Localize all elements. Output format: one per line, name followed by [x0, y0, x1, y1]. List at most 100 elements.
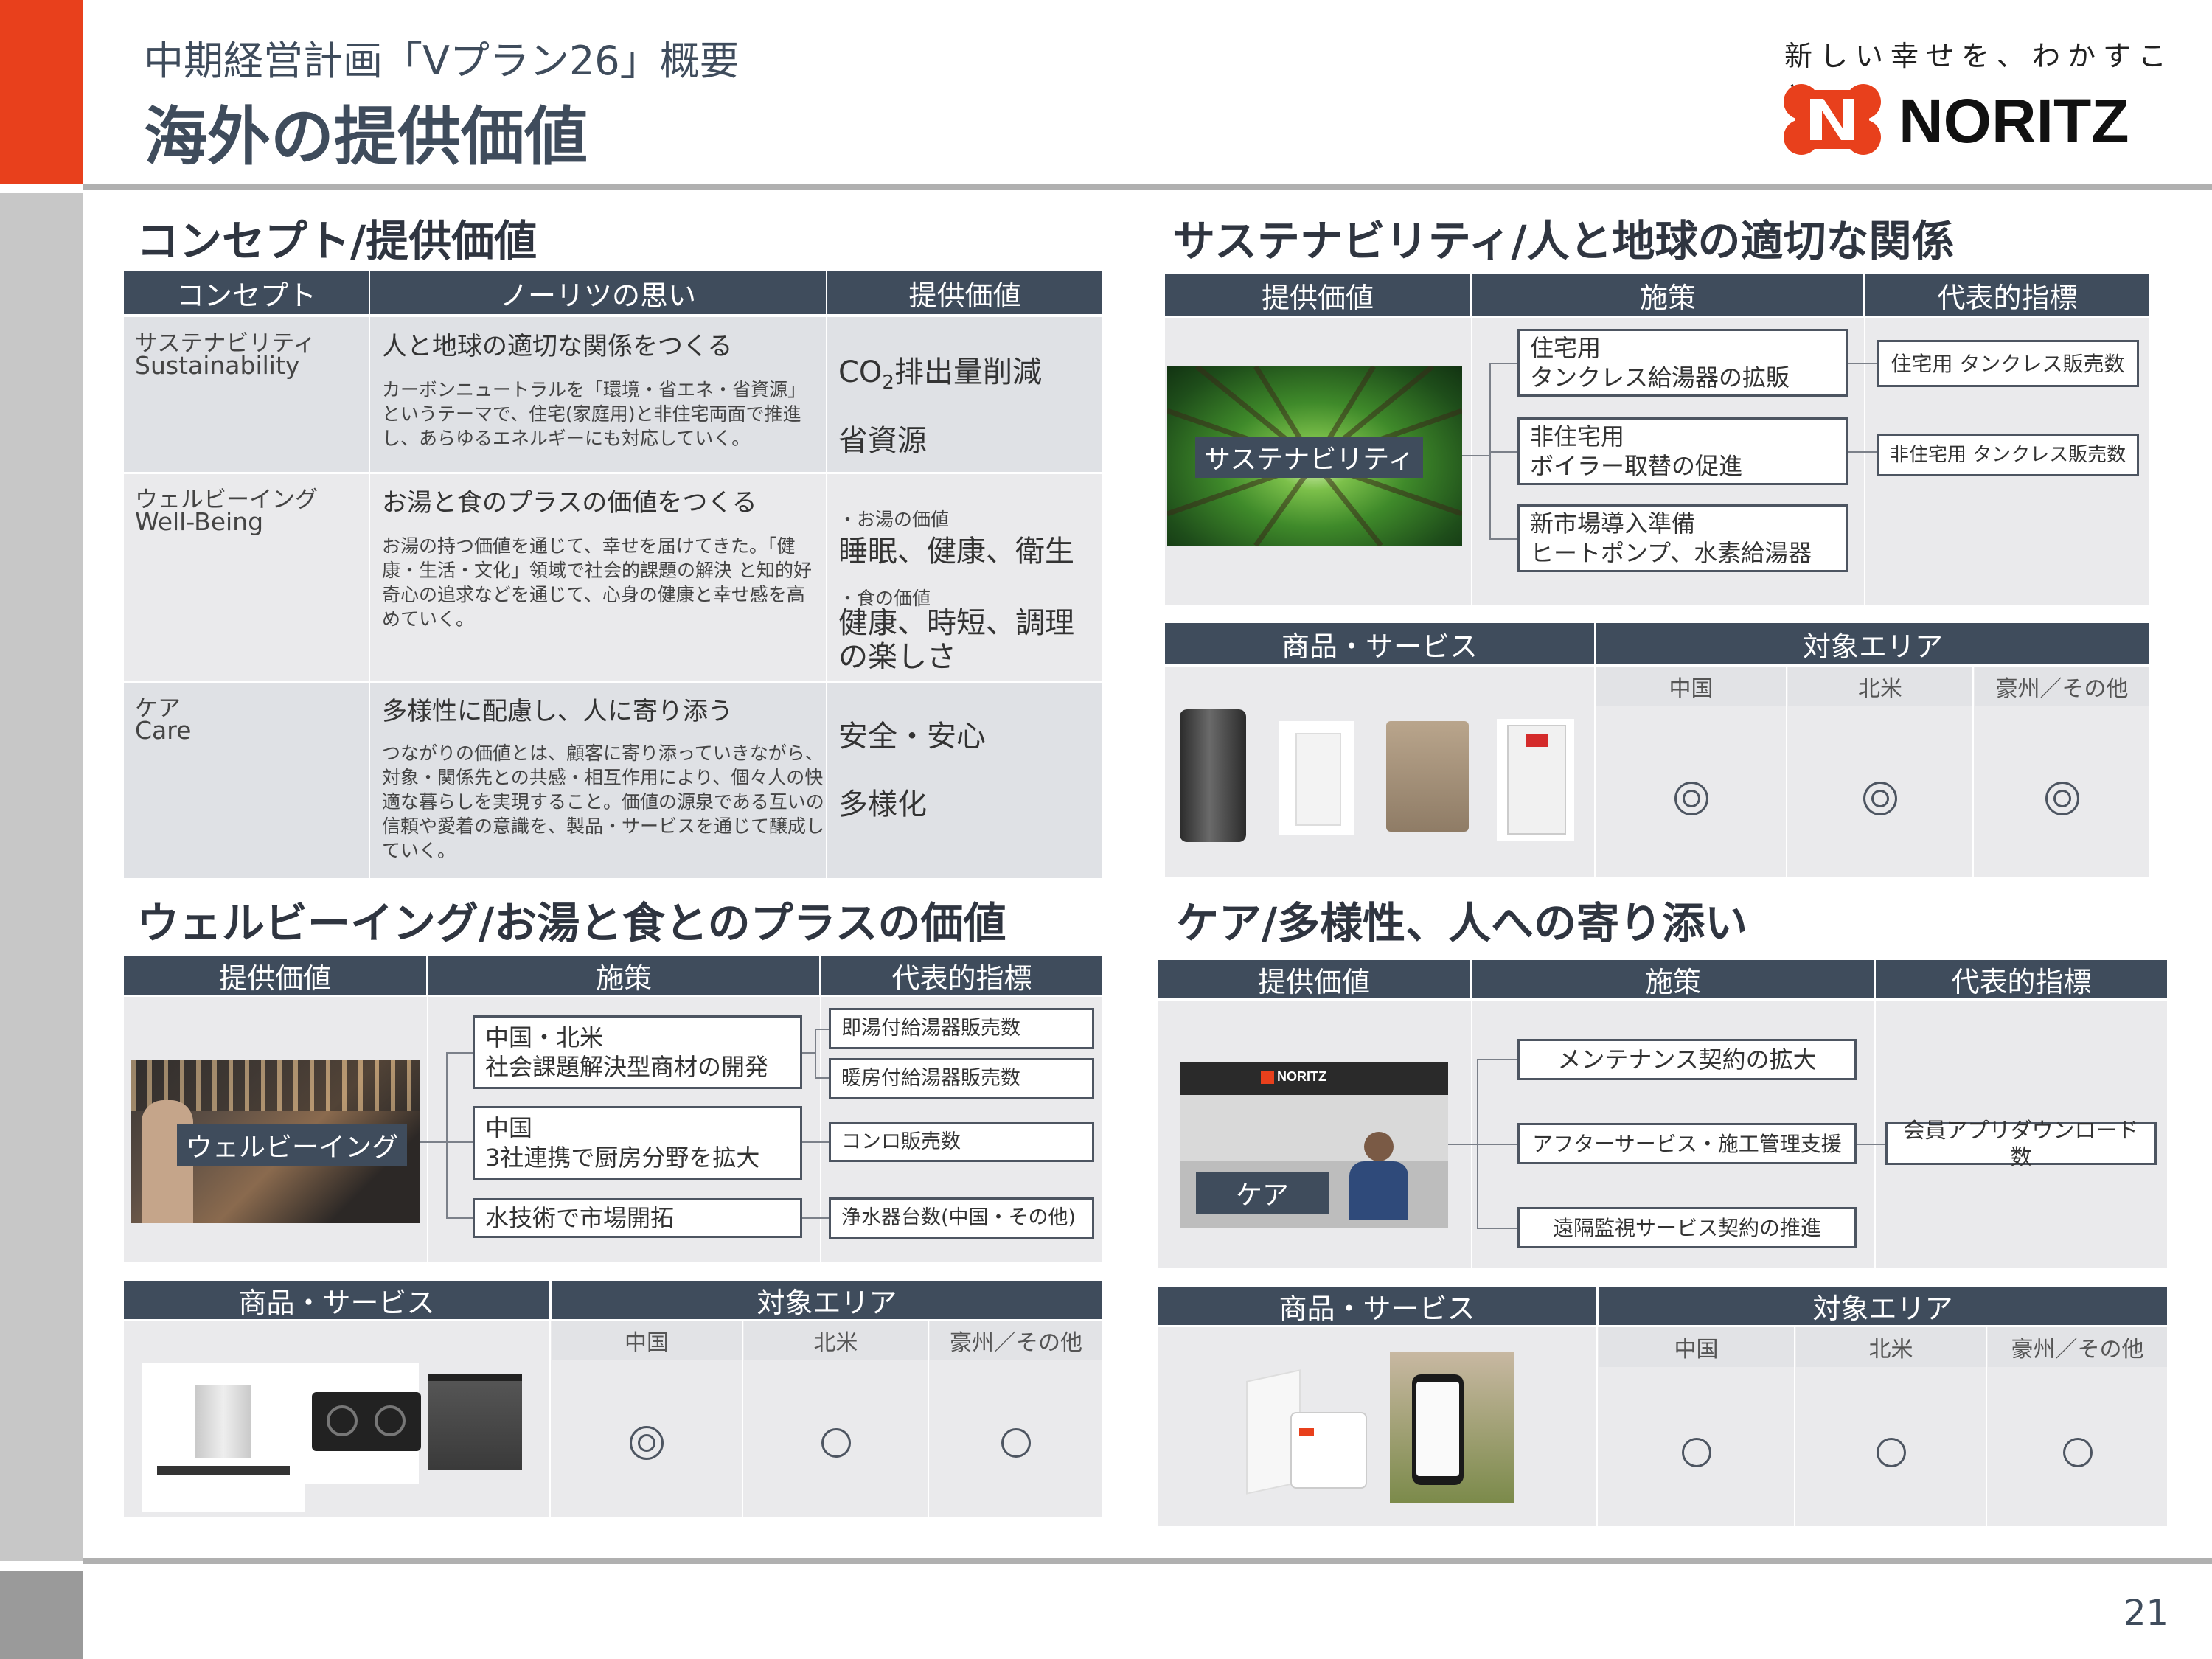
wellbeing-kpi-box: 暖房付給湯器販売数 — [829, 1058, 1094, 1099]
sustain-measure-box: 非住宅用 ボイラー取替の促進 — [1517, 417, 1848, 485]
area-sep — [1986, 1327, 1987, 1526]
area-sep — [1972, 667, 1974, 877]
page-number: 21 — [2124, 1593, 2169, 1634]
wellbeing-col-kpi: 代表的指標 — [821, 956, 1102, 995]
sustain-sep-1 — [1471, 318, 1472, 605]
connector — [420, 1141, 447, 1143]
forest-image: サステナビリティ — [1167, 366, 1462, 546]
care-col-value: 提供価値 — [1158, 960, 1470, 998]
care-measure-text: アフターサービス・施工管理支援 — [1532, 1131, 1842, 1156]
care-sep-1 — [1471, 1001, 1472, 1268]
wellbeing-measure-text: 中国・北米 社会課題解決型商材の開発 — [485, 1023, 769, 1081]
sustain-section-title: サステナビリティ/人と地球の適切な関係 — [1172, 216, 1955, 266]
circle-mark — [1988, 1438, 2167, 1467]
thought-heading: お湯と食のプラスの価値をつくる — [382, 488, 757, 518]
row-sep-1 — [124, 472, 1102, 474]
connector — [802, 1052, 815, 1054]
sustain-col-measure: 施策 — [1472, 274, 1863, 316]
value-col-header: 提供価値 — [827, 271, 1102, 314]
value-item: 健康、時短、調理の楽しさ — [838, 606, 1074, 674]
double-circle-mark — [1788, 782, 1972, 815]
sustain-measure-box: 新市場導入準備 ヒートポンプ、水素給湯器 — [1517, 504, 1848, 572]
care-measure-box: 遠隔監視サービス契約の推進 — [1517, 1207, 1857, 1248]
sustain-sep-2 — [1864, 318, 1865, 605]
care-product-header: 商品・サービス — [1158, 1287, 1596, 1325]
wellbeing-col-value: 提供価値 — [124, 956, 426, 995]
double-circle-mark — [1596, 782, 1786, 815]
thought-body: お湯の持つ価値を通じて、幸せを届けてきた。「健康・生活・文化」領域で社会的課題の… — [382, 535, 812, 630]
remote-controller-image — [1239, 1360, 1368, 1500]
area-australia-other: 豪州／その他 — [930, 1321, 1102, 1360]
smartphone-app-image — [1390, 1352, 1514, 1503]
boiler-image — [1497, 719, 1574, 841]
care-measure-box: メンテナンス契約の拡大 — [1517, 1039, 1857, 1080]
connector — [1489, 538, 1517, 540]
thought-body: カーボンニュートラルを「環境・省エネ・省資源」というテーマで、住宅(家庭用)と非… — [382, 379, 807, 449]
sustain-kpi-text: 住宅用 タンクレス販売数 — [1891, 351, 2125, 376]
office-image-label: ケア — [1196, 1172, 1329, 1214]
sustain-col-value: 提供価値 — [1165, 274, 1470, 316]
connector — [1477, 1228, 1517, 1229]
page-subtitle: 中期経営計画「Vプラン26」概要 — [144, 38, 740, 84]
wellbeing-kpi-box: 浄水器台数(中国・その他) — [829, 1197, 1094, 1239]
header-rule — [83, 184, 2212, 190]
area-sep — [1596, 1327, 1598, 1526]
wellbeing-col-measure: 施策 — [428, 956, 819, 995]
concept-sep-2 — [826, 317, 827, 878]
circle-mark — [744, 1428, 928, 1458]
connector — [1489, 451, 1517, 453]
footer-rule — [83, 1558, 2212, 1564]
care-measure-box: アフターサービス・施工管理支援 — [1517, 1123, 1857, 1164]
double-circle-mark — [1975, 782, 2149, 815]
forest-image-label: サステナビリティ — [1195, 437, 1424, 478]
connector — [1462, 455, 1490, 456]
wellbeing-kpi-box: 即湯付給湯器販売数 — [829, 1008, 1094, 1049]
area-china: 中国 — [1599, 1327, 1794, 1367]
care-measure-text: メンテナンス契約の拡大 — [1557, 1046, 1817, 1074]
area-sep — [742, 1321, 743, 1517]
area-north-america: 北米 — [744, 1321, 928, 1360]
connector — [1477, 1059, 1517, 1060]
concept-section-title: コンセプト/提供価値 — [136, 216, 538, 266]
tankless-heater-bronze-image — [1386, 721, 1469, 832]
thought-heading: 多様性に配慮し、人に寄り添う — [382, 697, 733, 726]
tank-water-heater-image — [1180, 709, 1246, 842]
value-item: 睡眠、健康、衛生 — [838, 535, 1074, 568]
area-china: 中国 — [552, 1321, 742, 1360]
accent-bar — [0, 0, 83, 184]
wellbeing-sep-1 — [427, 997, 428, 1262]
thought-heading: 人と地球の適切な関係をつくる — [382, 332, 733, 361]
dishwasher-image — [428, 1374, 522, 1470]
area-north-america: 北米 — [1788, 667, 1972, 706]
connector — [1848, 451, 1877, 453]
wellbeing-kpi-text: コンロ販売数 — [841, 1130, 961, 1154]
connector — [446, 1141, 473, 1143]
connector — [1489, 363, 1517, 364]
left-gray-bar — [0, 193, 83, 1561]
sustain-col-kpi: 代表的指標 — [1865, 274, 2149, 316]
wellbeing-kpi-text: 浄水器台数(中国・その他) — [841, 1206, 1077, 1230]
page-title: 海外の提供価値 — [144, 100, 588, 174]
double-circle-mark — [552, 1426, 742, 1460]
value-co2-co: CO — [838, 355, 883, 389]
care-col-kpi: 代表的指標 — [1876, 960, 2167, 998]
wellbeing-sep-2 — [820, 997, 821, 1262]
care-measure-text: 遠隔監視サービス契約の推進 — [1552, 1215, 1821, 1240]
connector — [815, 1029, 830, 1030]
sustain-measure-box: 住宅用 タンクレス給湯器の拡販 — [1517, 329, 1848, 397]
connector — [1857, 1144, 1886, 1145]
concept-en: Well-Being — [135, 507, 264, 536]
office-image-logo: NORITZ — [1277, 1069, 1326, 1084]
sustain-measure-text: 非住宅用 ボイラー取替の促進 — [1530, 422, 1743, 480]
circle-mark — [930, 1428, 1102, 1458]
wellbeing-measure-box: 水技術で市場開拓 — [473, 1198, 802, 1238]
kitchen-image-label: ウェルビーイング — [177, 1124, 408, 1166]
area-sep — [549, 1321, 551, 1517]
wellbeing-measure-text: 中国 3社連携で厨房分野を拡大 — [485, 1114, 760, 1172]
wellbeing-section-title: ウェルビーイング/お湯と食とのプラスの価値 — [136, 898, 1006, 948]
sustain-area-header: 対象エリア — [1596, 623, 2149, 664]
tankless-heater-white-image — [1279, 721, 1354, 835]
sustain-measure-text: 住宅用 タンクレス給湯器の拡販 — [1530, 334, 1790, 392]
sustain-kpi-box: 非住宅用 タンクレス販売数 — [1877, 434, 2139, 476]
care-area-header: 対象エリア — [1599, 1287, 2167, 1325]
